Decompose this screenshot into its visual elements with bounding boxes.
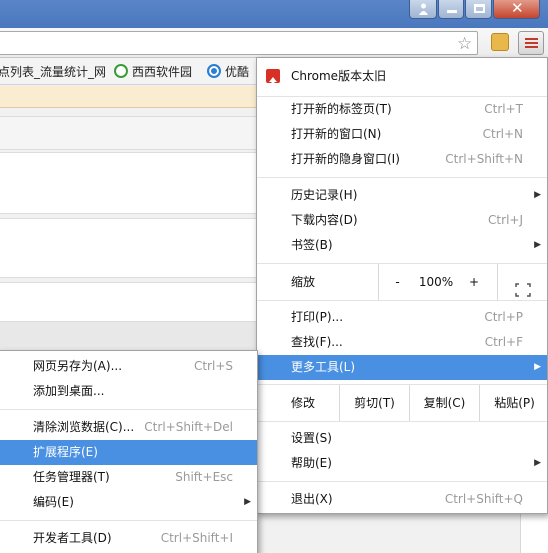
- chrome-menu-button[interactable]: [518, 31, 544, 55]
- browser-toolbar: ☆: [0, 28, 548, 58]
- minimize-icon: [447, 10, 457, 13]
- close-button[interactable]: ✕: [493, 0, 540, 19]
- menu-item-more-tools[interactable]: 更多工具(L) ▶: [257, 355, 547, 380]
- shortcut-label: Ctrl+Shift+N: [445, 152, 523, 166]
- menu-item-label: 打开新的隐身窗口(I): [291, 152, 400, 166]
- bookmark-item[interactable]: 优酷: [207, 63, 249, 80]
- shortcut-label: Ctrl+N: [482, 127, 523, 141]
- zoom-in-button[interactable]: +: [455, 264, 493, 300]
- menu-item-extensions[interactable]: 扩展程序(E): [0, 440, 257, 465]
- bookmark-label: 优酷: [225, 65, 250, 79]
- menu-item-incognito[interactable]: 打开新的隐身窗口(I) Ctrl+Shift+N: [257, 147, 547, 172]
- menu-item-bookmarks[interactable]: 书签(B) ▶: [257, 233, 547, 258]
- shortcut-label: Ctrl+Shift+Q: [444, 492, 523, 506]
- zoom-label: 缩放: [291, 275, 316, 289]
- menu-item-label: 网页另存为(A)...: [33, 359, 123, 373]
- zoom-level: 100%: [418, 275, 454, 289]
- more-tools-submenu: 网页另存为(A)... Ctrl+S 添加到桌面... 清除浏览数据(C)...…: [0, 350, 258, 553]
- submenu-arrow-icon: ▶: [534, 458, 541, 468]
- bookmark-item[interactable]: 点列表_流量统计_网: [0, 63, 106, 80]
- menu-item-encoding[interactable]: 编码(E) ▶: [0, 490, 257, 515]
- edit-label: 修改: [291, 396, 316, 410]
- content-block: [0, 282, 260, 322]
- extension-icon[interactable]: [491, 33, 509, 51]
- bookmark-item[interactable]: 西西软件园: [114, 63, 192, 80]
- menu-item-new-tab[interactable]: 打开新的标签页(T) Ctrl+T: [257, 97, 547, 122]
- menu-item-clear-data[interactable]: 清除浏览数据(C)... Ctrl+Shift+Del: [0, 415, 257, 440]
- user-icon: [419, 3, 428, 15]
- menu-item-label: 退出(X): [291, 492, 333, 506]
- bookmark-label: 西西软件园: [132, 65, 193, 79]
- menu-item-label: 打开新的窗口(N): [291, 127, 382, 141]
- update-icon: [266, 69, 280, 85]
- menu-item-label: 打开新的标签页(T): [291, 102, 392, 116]
- shortcut-label: Ctrl+P: [484, 310, 523, 324]
- menu-item-label: 添加到桌面...: [33, 384, 105, 398]
- menu-item-label: 清除浏览数据(C)...: [33, 420, 135, 434]
- fullscreen-button[interactable]: [497, 264, 548, 300]
- shortcut-label: Ctrl+S: [193, 359, 233, 373]
- menu-item-history[interactable]: 历史记录(H) ▶: [257, 183, 547, 208]
- menu-item-label: Chrome版本太旧: [291, 69, 387, 83]
- shortcut-label: Ctrl+F: [484, 335, 523, 349]
- menu-item-label: 任务管理器(T): [33, 470, 110, 484]
- bookmark-star-icon[interactable]: ☆: [457, 34, 472, 54]
- menu-item-new-window[interactable]: 打开新的窗口(N) Ctrl+N: [257, 122, 547, 147]
- shortcut-label: Shift+Esc: [175, 470, 233, 484]
- menu-item-downloads[interactable]: 下载内容(D) Ctrl+J: [257, 208, 547, 233]
- menu-item-label: 编码(E): [33, 495, 74, 509]
- window-titlebar: ✕: [0, 0, 548, 28]
- menu-item-label: 帮助(E): [291, 456, 332, 470]
- menu-item-label: 更多工具(L): [291, 360, 356, 374]
- update-chrome-item[interactable]: Chrome版本太旧: [257, 61, 547, 91]
- close-icon: ✕: [511, 0, 524, 17]
- content-block: [0, 116, 260, 150]
- chrome-main-menu: Chrome版本太旧 打开新的标签页(T) Ctrl+T 打开新的窗口(N) C…: [256, 57, 548, 514]
- menu-item-label: 查找(F)...: [291, 335, 343, 349]
- menu-item-exit[interactable]: 退出(X) Ctrl+Shift+Q: [257, 487, 547, 512]
- menu-item-settings[interactable]: 设置(S): [257, 426, 547, 451]
- menu-item-label: 历史记录(H): [291, 188, 358, 202]
- address-bar[interactable]: ☆: [0, 31, 478, 55]
- user-button[interactable]: [409, 0, 437, 19]
- copy-button[interactable]: 复制(C): [409, 385, 479, 421]
- cut-button[interactable]: 剪切(T): [339, 385, 409, 421]
- youku-icon: [207, 64, 221, 78]
- submenu-arrow-icon: ▶: [534, 240, 541, 250]
- minimize-button[interactable]: [438, 0, 464, 19]
- submenu-arrow-icon: ▶: [244, 497, 251, 507]
- menu-item-task-manager[interactable]: 任务管理器(T) Shift+Esc: [0, 465, 257, 490]
- zoom-row: 缩放 - 100% +: [257, 264, 547, 300]
- submenu-arrow-icon: ▶: [534, 362, 541, 372]
- zoom-out-button[interactable]: -: [378, 264, 416, 300]
- menu-item-save-page[interactable]: 网页另存为(A)... Ctrl+S: [0, 354, 257, 379]
- menu-item-help[interactable]: 帮助(E) ▶: [257, 451, 547, 476]
- menu-item-developer-tools[interactable]: 开发者工具(D) Ctrl+Shift+I: [0, 526, 257, 551]
- edit-row: 修改 剪切(T) 复制(C) 粘贴(P): [257, 385, 547, 421]
- menu-item-label: 打印(P)...: [291, 310, 344, 324]
- fullscreen-icon: [515, 275, 531, 297]
- maximize-button[interactable]: [465, 0, 492, 19]
- shortcut-label: Ctrl+Shift+Del: [144, 420, 233, 434]
- submenu-arrow-icon: ▶: [534, 190, 541, 200]
- menu-item-print[interactable]: 打印(P)... Ctrl+P: [257, 305, 547, 330]
- shortcut-label: Ctrl+Shift+I: [160, 531, 233, 545]
- xixi-icon: [114, 64, 128, 78]
- menu-item-find[interactable]: 查找(F)... Ctrl+F: [257, 330, 547, 355]
- content-block: [0, 152, 260, 214]
- menu-item-label: 下载内容(D): [291, 213, 358, 227]
- shortcut-label: Ctrl+T: [484, 102, 523, 116]
- menu-item-label: 扩展程序(E): [33, 445, 98, 459]
- shortcut-label: Ctrl+J: [488, 213, 523, 227]
- content-block: [0, 218, 260, 278]
- menu-item-add-to-desktop[interactable]: 添加到桌面...: [0, 379, 257, 404]
- menu-item-label: 设置(S): [291, 431, 332, 445]
- restore-icon: [474, 4, 485, 13]
- menu-item-label: 书签(B): [291, 238, 333, 252]
- paste-button[interactable]: 粘贴(P): [479, 385, 548, 421]
- content-block: [0, 322, 260, 350]
- menu-item-label: 开发者工具(D): [33, 531, 112, 545]
